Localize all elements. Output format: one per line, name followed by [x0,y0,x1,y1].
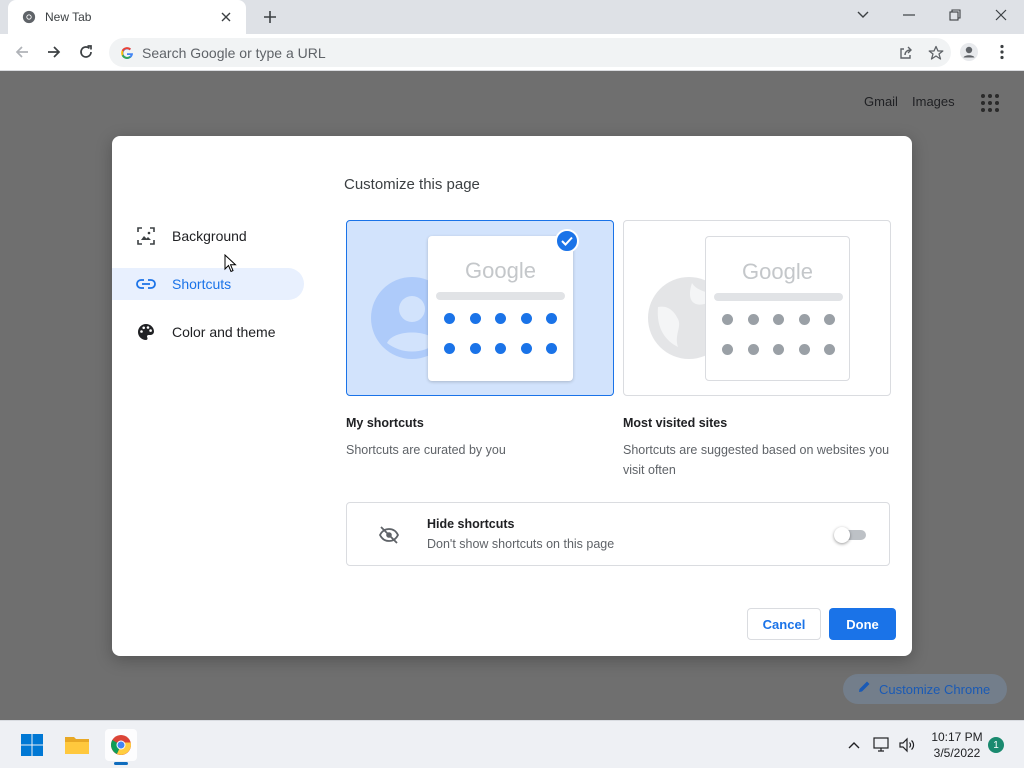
close-window-button[interactable] [978,0,1024,30]
done-button[interactable]: Done [829,608,896,640]
hide-shortcuts-description: Don't show shortcuts on this page [427,537,615,551]
active-app-indicator [114,762,128,765]
volume-icon[interactable] [897,735,917,755]
customize-dialog: Customize this page Background Shortcuts… [112,136,912,656]
restore-button[interactable] [932,0,978,30]
palette-icon [136,322,156,342]
back-button[interactable] [8,38,36,66]
forward-button[interactable] [40,38,68,66]
taskbar: 10:17 PM 3/5/2022 1 [0,720,1024,768]
chrome-icon [21,9,37,25]
nav-item-color-and-theme[interactable]: Color and theme [112,316,304,348]
browser-toolbar: Search Google or type a URL [0,34,1024,71]
mouse-cursor-icon [224,254,237,273]
omnibox[interactable]: Search Google or type a URL [109,38,951,67]
tab-strip: New Tab [0,0,1024,34]
images-link[interactable]: Images [912,94,955,109]
nav-item-background[interactable]: Background [112,220,304,252]
option-desc-most-visited: Shortcuts are suggested based on website… [623,443,890,477]
nav-item-shortcuts[interactable]: Shortcuts [112,268,304,300]
tab-new-tab[interactable]: New Tab [8,0,246,34]
hide-shortcuts-row: Hide shortcuts Don't show shortcuts on t… [346,502,890,566]
preview-shortcut-row [444,313,557,324]
chrome-taskbar-icon[interactable] [105,729,137,761]
cancel-button[interactable]: Cancel [747,608,821,640]
nav-item-label: Background [172,228,247,244]
clock-time: 10:17 PM [931,730,983,744]
omnibox-placeholder: Search Google or type a URL [142,44,326,61]
checkmark-icon [555,229,579,253]
windows-start-icon[interactable] [16,729,48,761]
option-my-shortcuts[interactable]: Google [346,220,614,396]
hide-shortcuts-toggle[interactable] [834,527,868,543]
google-g-icon [120,46,134,60]
minimize-button[interactable] [886,0,932,30]
option-title-my-shortcuts: My shortcuts [346,416,424,430]
shortcuts-preview: Google [428,236,573,381]
option-desc-my-shortcuts: Shortcuts are curated by you [346,443,506,457]
bookmark-star-icon[interactable] [921,39,951,67]
tab-title: New Tab [45,10,92,24]
customize-chrome-label: Customize Chrome [879,681,991,697]
image-icon [136,226,156,246]
preview-shortcut-row [722,344,835,355]
close-tab-icon[interactable] [216,7,236,27]
tab-search-chevron-icon[interactable] [840,0,886,30]
clock-date: 3/5/2022 [933,746,981,760]
option-title-most-visited: Most visited sites [623,416,728,430]
chevron-up-icon[interactable] [844,735,864,755]
system-clock[interactable]: 10:17 PM 3/5/2022 [922,729,992,761]
dialog-title: Customize this page [344,176,480,193]
pencil-icon [858,680,871,698]
link-icon [136,274,156,294]
kebab-menu-icon[interactable] [988,38,1016,66]
google-apps-icon[interactable] [980,93,1000,113]
dialog-nav: Background Shortcuts Color and theme [112,220,304,364]
preview-search-bar [436,292,565,300]
notification-badge[interactable]: 1 [988,737,1004,753]
reload-button[interactable] [72,38,100,66]
hide-shortcuts-title: Hide shortcuts [427,517,515,531]
preview-shortcut-row [444,343,557,354]
file-explorer-icon[interactable] [61,729,93,761]
profile-avatar-icon[interactable] [955,38,983,66]
new-tab-button[interactable] [258,5,282,29]
preview-search-bar [714,293,843,301]
preview-google-logo: Google [465,258,536,283]
most-visited-preview: Google [705,236,850,381]
share-icon[interactable] [891,39,921,67]
eye-off-icon [377,523,401,547]
preview-shortcut-row [722,314,835,325]
network-icon[interactable] [872,735,892,755]
nav-item-label: Color and theme [172,324,276,340]
option-most-visited-sites[interactable]: Google [623,220,891,396]
preview-google-logo: Google [742,259,813,284]
gmail-link[interactable]: Gmail [864,94,898,109]
nav-item-label: Shortcuts [172,276,232,292]
customize-chrome-button[interactable]: Customize Chrome [843,674,1007,704]
